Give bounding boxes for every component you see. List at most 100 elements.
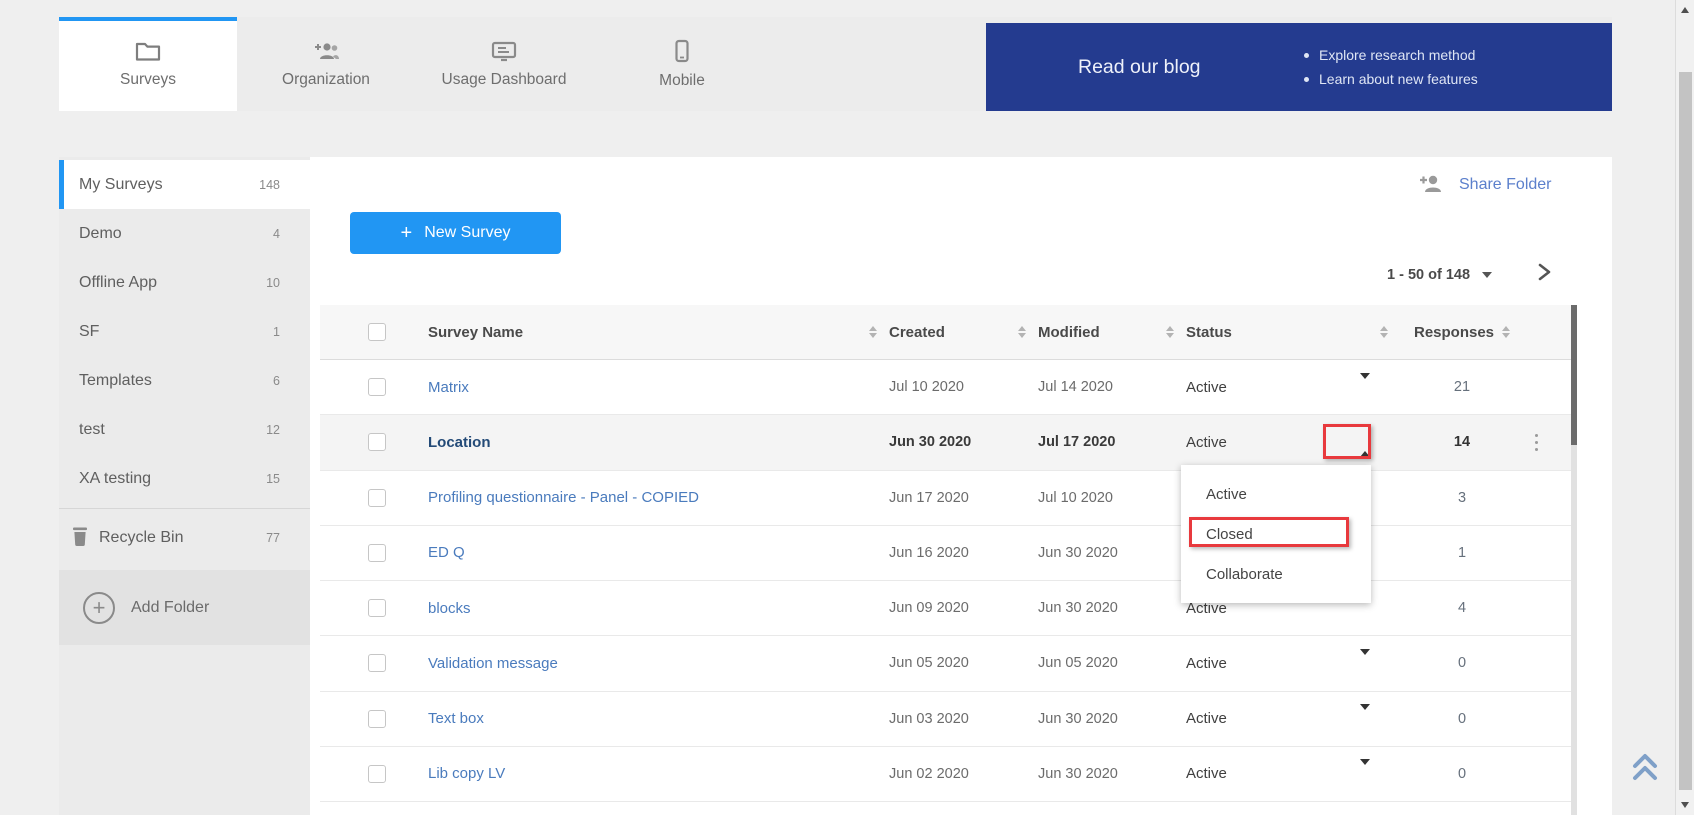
sidebar-item-xa-testing[interactable]: XA testing 15 <box>59 454 310 503</box>
table-row: Profiling questionnaire - Panel - COPIED… <box>320 471 1577 526</box>
folder-count: 77 <box>266 531 280 545</box>
row-checkbox[interactable] <box>368 378 386 396</box>
survey-name-link[interactable]: Profiling questionnaire - Panel - COPIED <box>428 489 889 506</box>
pagination: 1 - 50 of 148 <box>1387 261 1492 289</box>
pagination-caret-icon[interactable] <box>1482 272 1492 278</box>
created-cell: Jun 09 2020 <box>889 600 1038 616</box>
sidebar-item-sf[interactable]: SF 1 <box>59 307 310 356</box>
table-scrollbar[interactable] <box>1571 305 1577 815</box>
sidebar-item-recycle-bin[interactable]: Recycle Bin 77 <box>59 510 310 566</box>
caret-down-icon <box>1360 649 1370 672</box>
created-cell: Jun 17 2020 <box>889 490 1038 506</box>
caret-down-icon <box>1360 373 1370 396</box>
modified-cell: Jul 14 2020 <box>1038 379 1186 395</box>
created-cell: Jul 10 2020 <box>889 379 1038 395</box>
main-panel: My Surveys 148 Demo 4 Offline App 10 SF … <box>59 157 1612 815</box>
tab-surveys[interactable]: Surveys <box>59 17 237 111</box>
table-scrollbar-thumb[interactable] <box>1571 305 1577 445</box>
top-navbar: Surveys Organization <box>59 17 1612 111</box>
sort-icon[interactable] <box>1166 326 1174 338</box>
row-checkbox[interactable] <box>368 599 386 617</box>
scroll-to-top-button[interactable] <box>1626 748 1664 788</box>
page-scrollbar-thumb[interactable] <box>1679 72 1692 790</box>
scrollbar-down-arrow-icon[interactable] <box>1681 802 1689 808</box>
survey-name-link[interactable]: Lib copy LV <box>428 765 889 782</box>
responses-cell: 1 <box>1416 545 1508 561</box>
folder-count: 1 <box>273 325 280 339</box>
modified-cell: Jul 10 2020 <box>1038 490 1186 506</box>
share-person-add-icon <box>1417 172 1445 199</box>
status-dropdown-toggle[interactable] <box>1346 655 1416 672</box>
sidebar-item-demo[interactable]: Demo 4 <box>59 209 310 258</box>
status-option-active[interactable]: Active <box>1181 474 1371 514</box>
status-value: Active <box>1186 710 1346 727</box>
sidebar-item-my-surveys[interactable]: My Surveys 148 <box>59 160 310 209</box>
sidebar-divider <box>59 508 310 509</box>
row-checkbox[interactable] <box>368 654 386 672</box>
table-row: Text box Jun 03 2020 Jun 30 2020 Active … <box>320 692 1577 747</box>
nav-tabs: Surveys Organization <box>59 17 771 111</box>
next-page-button[interactable] <box>1529 257 1559 287</box>
col-header-status: Status <box>1186 324 1232 341</box>
select-all-checkbox[interactable] <box>368 323 386 341</box>
people-add-icon <box>311 40 341 62</box>
table-row: Matrix Jul 10 2020 Jul 14 2020 Active 21 <box>320 360 1577 415</box>
survey-name-link[interactable]: blocks <box>428 600 889 617</box>
plus-icon: + <box>401 223 413 243</box>
folder-count: 15 <box>266 472 280 486</box>
row-checkbox[interactable] <box>368 765 386 783</box>
chevron-right-icon <box>1536 263 1552 281</box>
status-dropdown-toggle[interactable] <box>1346 710 1416 727</box>
created-cell: Jun 03 2020 <box>889 711 1038 727</box>
row-checkbox[interactable] <box>368 710 386 728</box>
survey-name-link[interactable]: Location <box>428 434 889 451</box>
row-menu-button[interactable] <box>1531 430 1543 456</box>
folders-sidebar: My Surveys 148 Demo 4 Offline App 10 SF … <box>59 157 310 815</box>
tab-label: Organization <box>282 71 370 89</box>
sidebar-item-templates[interactable]: Templates 6 <box>59 356 310 405</box>
caret-down-icon <box>1360 704 1370 727</box>
status-dropdown-toggle[interactable] <box>1346 765 1416 782</box>
blog-banner-link[interactable]: Read our blog <box>1078 23 1201 111</box>
survey-name-link[interactable]: Validation message <box>428 655 889 672</box>
add-folder-button[interactable]: + Add Folder <box>59 570 310 645</box>
tab-organization[interactable]: Organization <box>237 17 415 111</box>
sort-icon[interactable] <box>869 326 877 338</box>
new-survey-button[interactable]: + New Survey <box>350 212 561 254</box>
created-cell: Jun 30 2020 <box>889 434 1038 450</box>
table-row: blocks Jun 09 2020 Jun 30 2020 Active 4 <box>320 581 1577 636</box>
col-header-modified: Modified <box>1038 324 1100 341</box>
responses-cell: 21 <box>1416 379 1508 395</box>
scrollbar-up-arrow-icon[interactable] <box>1681 7 1689 13</box>
status-option-collaborate[interactable]: Collaborate <box>1181 554 1371 594</box>
created-cell: Jun 05 2020 <box>889 655 1038 671</box>
status-dropdown-toggle[interactable] <box>1346 379 1416 396</box>
row-checkbox[interactable] <box>368 489 386 507</box>
row-checkbox[interactable] <box>368 433 386 451</box>
status-value: Active <box>1186 379 1346 396</box>
modified-cell: Jun 30 2020 <box>1038 600 1186 616</box>
survey-name-link[interactable]: ED Q <box>428 544 889 561</box>
share-folder-button[interactable]: Share Folder <box>1417 171 1552 199</box>
sort-icon[interactable] <box>1380 326 1388 338</box>
status-value: Active <box>1186 655 1346 672</box>
sort-icon[interactable] <box>1018 326 1026 338</box>
page-scrollbar[interactable] <box>1675 0 1694 815</box>
table-row: Lib copy LV Jun 02 2020 Jun 30 2020 Acti… <box>320 747 1577 802</box>
table-header-row: Survey Name Created Modified Status Resp… <box>320 305 1577 360</box>
modified-cell: Jun 30 2020 <box>1038 711 1186 727</box>
tab-usage-dashboard[interactable]: Usage Dashboard <box>415 17 593 111</box>
sidebar-item-test[interactable]: test 12 <box>59 405 310 454</box>
trash-icon <box>71 526 89 551</box>
table-row: Validation message Jun 05 2020 Jun 05 20… <box>320 636 1577 691</box>
sort-icon[interactable] <box>1502 326 1510 338</box>
table-row-selected: Location Jun 30 2020 Jul 17 2020 Active … <box>320 415 1577 470</box>
survey-name-link[interactable]: Text box <box>428 710 889 727</box>
sidebar-item-offline-app[interactable]: Offline App 10 <box>59 258 310 307</box>
row-checkbox[interactable] <box>368 544 386 562</box>
tab-mobile[interactable]: Mobile <box>593 17 771 111</box>
tab-label: Surveys <box>120 71 176 89</box>
survey-name-link[interactable]: Matrix <box>428 379 889 396</box>
tab-label: Usage Dashboard <box>442 71 567 89</box>
modified-cell: Jun 30 2020 <box>1038 545 1186 561</box>
